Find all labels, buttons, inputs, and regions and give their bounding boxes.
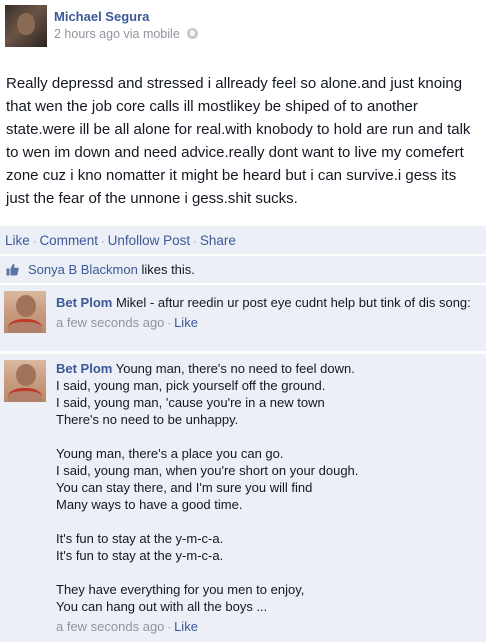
comment-line: It's fun to stay at the y-m-c-a.	[56, 531, 224, 546]
comment-line: I said, young man, when you're short on …	[56, 463, 359, 478]
comment-body: Bet Plom Mikel - aftur reedin ur post ey…	[56, 294, 476, 333]
commenter-name-link[interactable]: Bet Plom	[56, 295, 112, 310]
comment-like-button[interactable]: Like	[174, 315, 198, 330]
separator: ·	[167, 318, 172, 330]
comment-line: Bet Plom Young man, there's no need to f…	[56, 360, 476, 377]
comment-line: Young man, there's a place you can go.	[56, 446, 284, 461]
comment-line	[56, 428, 476, 445]
comment-timestamp[interactable]: a few seconds ago	[56, 619, 164, 634]
separator: ·	[32, 236, 37, 248]
author-avatar[interactable]	[5, 5, 47, 47]
comment-line	[56, 513, 476, 530]
like-button[interactable]: Like	[5, 233, 30, 248]
post-timestamp[interactable]: 2 hours ago via mobile	[54, 27, 180, 41]
comment-meta: a few seconds ago · Like	[56, 618, 476, 637]
comment-item: Bet Plom Mikel - aftur reedin ur post ey…	[0, 285, 486, 351]
post-header: Michael Segura 2 hours ago via mobile	[5, 5, 481, 47]
comment-line: I said, young man, 'cause you're in a ne…	[56, 395, 325, 410]
comment-timestamp[interactable]: a few seconds ago	[56, 315, 164, 330]
comment-text: Mikel - aftur reedin ur post eye cudnt h…	[115, 295, 471, 310]
separator: ·	[167, 622, 172, 634]
comment-line: They have everything for you men to enjo…	[56, 582, 305, 597]
comment-line: Many ways to have a good time.	[56, 497, 243, 512]
comment-line: There's no need to be unhappy.	[56, 412, 239, 427]
share-button[interactable]: Share	[200, 233, 236, 248]
separator: ·	[100, 236, 105, 248]
comment-line: It's fun to stay at the y-m-c-a.	[56, 548, 224, 563]
comment-button[interactable]: Comment	[39, 233, 98, 248]
commenter-avatar[interactable]	[4, 291, 46, 333]
comment-body: Bet Plom Young man, there's no need to f…	[56, 360, 476, 637]
comment-like-button[interactable]: Like	[174, 619, 198, 634]
liker-name-link[interactable]: Sonya B Blackmon	[28, 262, 138, 277]
comment-meta: a few seconds ago · Like	[56, 314, 476, 333]
unfollow-post-button[interactable]: Unfollow Post	[108, 233, 191, 248]
post-text: Really depressd and stressed i allready …	[6, 75, 471, 207]
commenter-name-link[interactable]: Bet Plom	[56, 361, 112, 376]
comment-item: Bet Plom Young man, there's no need to f…	[0, 354, 486, 642]
likes-summary: Sonya B Blackmon likes this.	[0, 256, 486, 283]
comment-text: Young man, there's no need to feel down.	[115, 361, 355, 376]
commenter-avatar[interactable]	[4, 360, 46, 402]
likes-suffix: likes this.	[137, 262, 195, 277]
separator: ·	[193, 236, 197, 248]
comment-line: You can hang out with all the boys ...	[56, 599, 268, 614]
thumbs-up-icon	[6, 263, 19, 276]
comment-line: I said, young man, pick yourself off the…	[56, 378, 326, 393]
post-actions-bar: Like · Comment · Unfollow Post · Share	[0, 226, 486, 254]
post-author-link[interactable]: Michael Segura	[54, 9, 149, 24]
post-meta: 2 hours ago via mobile	[54, 27, 199, 41]
comment-line: You can stay there, and I'm sure you wil…	[56, 480, 313, 495]
globe-icon[interactable]	[187, 28, 199, 39]
comment-line	[56, 564, 476, 581]
